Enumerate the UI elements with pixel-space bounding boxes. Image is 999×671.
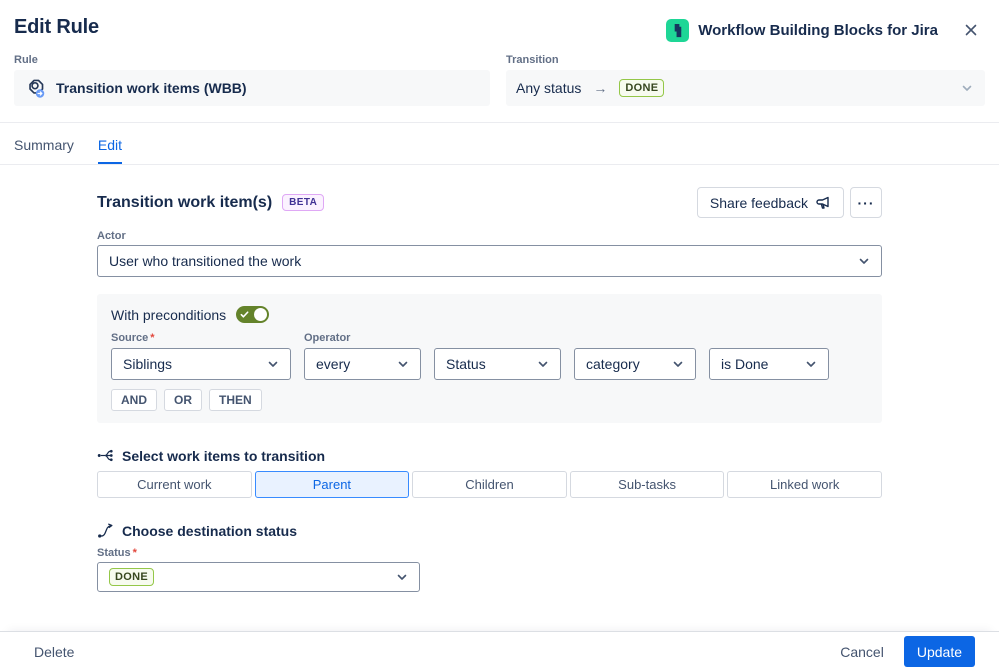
preconditions-panel: With preconditions Source * Operator Sibl… — [97, 294, 882, 423]
attribute-select[interactable]: category — [574, 348, 696, 380]
or-button[interactable]: OR — [164, 389, 202, 411]
edit-rule-modal: Edit Rule Workflow Building Blocks for J… — [0, 0, 999, 671]
preconditions-toggle-label: With preconditions — [111, 306, 227, 323]
required-asterisk: * — [132, 547, 137, 559]
beta-badge: BETA — [282, 194, 325, 211]
condition-selects-row: Siblings every Status category is Done — [111, 348, 868, 380]
chevron-down-icon — [959, 80, 975, 96]
actor-value: User who transitioned the work — [109, 253, 302, 269]
toggle-knob — [254, 308, 268, 321]
required-asterisk: * — [150, 332, 155, 344]
destination-heading: Choose destination status — [122, 522, 298, 539]
work-items-heading: Select work items to transition — [122, 447, 326, 464]
more-options-button[interactable]: ··· — [850, 187, 882, 218]
option-current-work[interactable]: Current work — [97, 471, 252, 498]
chevron-down-icon — [394, 569, 410, 585]
chevron-down-icon — [856, 253, 872, 269]
section-heading-group: Transition work item(s) BETA — [97, 193, 325, 212]
operator-label: Operator — [304, 332, 351, 344]
and-button[interactable]: AND — [111, 389, 157, 411]
condition-value: is Done — [721, 356, 769, 372]
chevron-down-icon — [670, 356, 686, 372]
app-branding: Workflow Building Blocks for Jira — [666, 16, 983, 42]
heading-actions: Share feedback ··· — [696, 187, 882, 218]
then-button[interactable]: THEN — [209, 389, 262, 411]
chevron-down-icon — [535, 356, 551, 372]
work-items-heading-row: Select work items to transition — [97, 447, 882, 464]
actor-select[interactable]: User who transitioned the work — [97, 245, 882, 277]
preconditions-toggle[interactable] — [236, 306, 270, 323]
modal-header: Edit Rule Workflow Building Blocks for J… — [0, 0, 999, 48]
rule-automation-icon — [24, 77, 46, 99]
condition-labels-row: Source * Operator — [111, 332, 868, 344]
transition-section: Transition Any status → DONE — [506, 54, 985, 106]
update-button[interactable]: Update — [903, 636, 975, 667]
section-heading: Transition work item(s) — [97, 193, 273, 211]
checkmark-icon — [240, 310, 249, 319]
condition-select[interactable]: is Done — [709, 348, 829, 380]
source-value: Siblings — [123, 356, 173, 372]
actor-block: Actor User who transitioned the work — [97, 230, 882, 277]
modal-footer: Delete Cancel Update — [0, 631, 999, 671]
footer-actions: Cancel Update — [830, 636, 975, 667]
tab-edit[interactable]: Edit — [97, 137, 123, 164]
status-done-badge: DONE — [109, 567, 154, 587]
logic-buttons-row: AND OR THEN — [111, 389, 868, 411]
chevron-down-icon — [803, 356, 819, 372]
source-label-text: Source — [111, 332, 149, 344]
actor-label: Actor — [97, 230, 126, 242]
field-value: Status — [446, 356, 486, 372]
field-select[interactable]: Status — [434, 348, 561, 380]
megaphone-icon — [815, 195, 831, 211]
transition-select[interactable]: Any status → DONE — [506, 70, 985, 106]
attribute-value: category — [586, 356, 640, 372]
chevron-down-icon — [265, 356, 281, 372]
app-logo-icon — [666, 18, 690, 42]
rule-label: Rule — [14, 54, 38, 66]
option-parent[interactable]: Parent — [254, 471, 410, 498]
rule-value: Transition work items (WBB) — [56, 80, 247, 96]
cancel-button[interactable]: Cancel — [830, 638, 894, 666]
tree-branch-icon — [97, 447, 114, 464]
status-label-text: Status — [97, 547, 131, 559]
option-children[interactable]: Children — [412, 471, 567, 498]
page-title: Edit Rule — [14, 16, 99, 38]
status-label: Status * — [97, 547, 882, 559]
ellipsis-icon: ··· — [857, 194, 875, 211]
source-select[interactable]: Siblings — [111, 348, 291, 380]
work-items-options: Current work Parent Children Sub-tasks L… — [97, 471, 882, 498]
delete-button[interactable]: Delete — [24, 638, 84, 666]
share-feedback-label: Share feedback — [709, 194, 808, 211]
section-heading-row: Transition work item(s) BETA Share feedb… — [97, 187, 882, 218]
operator-select[interactable]: every — [304, 348, 421, 380]
transition-label: Transition — [506, 54, 559, 66]
transition-from: Any status — [516, 80, 582, 96]
share-feedback-button[interactable]: Share feedback — [696, 187, 844, 218]
curved-arrow-icon — [97, 522, 114, 539]
app-name: Workflow Building Blocks for Jira — [698, 21, 938, 39]
source-label: Source * — [111, 332, 304, 344]
rule-transition-row: Rule Transition work items (WBB) Transit… — [0, 54, 999, 106]
preconditions-toggle-row: With preconditions — [111, 306, 868, 323]
destination-heading-row: Choose destination status — [97, 522, 882, 539]
destination-status-select[interactable]: DONE — [97, 562, 420, 592]
option-sub-tasks[interactable]: Sub-tasks — [569, 471, 725, 498]
arrow-right-icon: → — [593, 80, 608, 96]
tab-summary[interactable]: Summary — [14, 137, 74, 164]
tab-bar: Summary Edit — [0, 123, 999, 165]
edit-tab-content: Transition work item(s) BETA Share feedb… — [0, 165, 999, 631]
operator-value: every — [316, 356, 351, 372]
rule-field: Transition work items (WBB) — [14, 70, 490, 106]
close-icon[interactable] — [959, 18, 983, 42]
chevron-down-icon — [395, 356, 411, 372]
rule-section: Rule Transition work items (WBB) — [14, 54, 490, 106]
transition-to-badge: DONE — [619, 78, 665, 98]
option-linked-work[interactable]: Linked work — [727, 471, 882, 498]
